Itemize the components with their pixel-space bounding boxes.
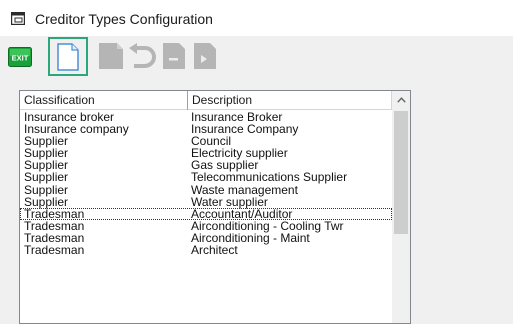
cell-description: Architect bbox=[191, 243, 238, 258]
new-document-icon bbox=[57, 42, 79, 71]
cell-description: Telecommunications Supplier bbox=[191, 170, 348, 185]
cell-classification: Supplier bbox=[24, 194, 69, 209]
client-area: EXIT Classification Description Insuranc… bbox=[0, 36, 513, 324]
cell-classification: Supplier bbox=[24, 182, 69, 197]
window-title: Creditor Types Configuration bbox=[35, 11, 213, 27]
exit-button[interactable]: EXIT bbox=[8, 47, 32, 67]
table-row[interactable]: Supplier Waste management bbox=[20, 184, 392, 196]
creditor-types-list[interactable]: Classification Description Insurance bro… bbox=[19, 90, 411, 324]
table-row[interactable]: Supplier Telecommunications Supplier bbox=[20, 171, 392, 183]
new-record-button[interactable] bbox=[48, 37, 88, 76]
scroll-up-button[interactable] bbox=[392, 91, 410, 109]
title-bar: Creditor Types Configuration bbox=[0, 0, 513, 36]
list-body: Insurance broker Insurance Broker Insuran… bbox=[20, 111, 392, 256]
table-row[interactable]: Tradesman Architect bbox=[20, 244, 392, 256]
vertical-scrollbar[interactable] bbox=[392, 91, 410, 323]
cell-classification: Supplier bbox=[24, 170, 69, 185]
column-header-description[interactable]: Description bbox=[188, 91, 392, 110]
exit-label: EXIT bbox=[12, 54, 29, 63]
list-header: Classification Description bbox=[20, 91, 392, 110]
cell-description: Waste management bbox=[191, 182, 298, 197]
save-icon bbox=[99, 43, 123, 69]
cell-description: Accountant/Auditor bbox=[191, 206, 293, 221]
save-button[interactable] bbox=[96, 41, 126, 71]
print-button[interactable] bbox=[190, 41, 220, 71]
app-window-icon bbox=[11, 12, 25, 25]
scroll-thumb[interactable] bbox=[394, 111, 408, 234]
table-row[interactable]: Supplier Water supplier bbox=[20, 196, 392, 208]
cell-classification: Tradesman bbox=[24, 243, 85, 258]
undo-button[interactable] bbox=[127, 41, 157, 71]
delete-button[interactable] bbox=[159, 41, 189, 71]
column-header-classification[interactable]: Classification bbox=[20, 91, 188, 110]
cell-description: Water supplier bbox=[191, 194, 268, 209]
export-document-icon bbox=[194, 43, 216, 69]
chevron-up-icon bbox=[396, 97, 406, 103]
cell-classification: Tradesman bbox=[24, 206, 85, 221]
delete-document-icon bbox=[163, 43, 185, 69]
exit-icon: EXIT bbox=[8, 47, 32, 67]
undo-icon bbox=[129, 43, 156, 68]
